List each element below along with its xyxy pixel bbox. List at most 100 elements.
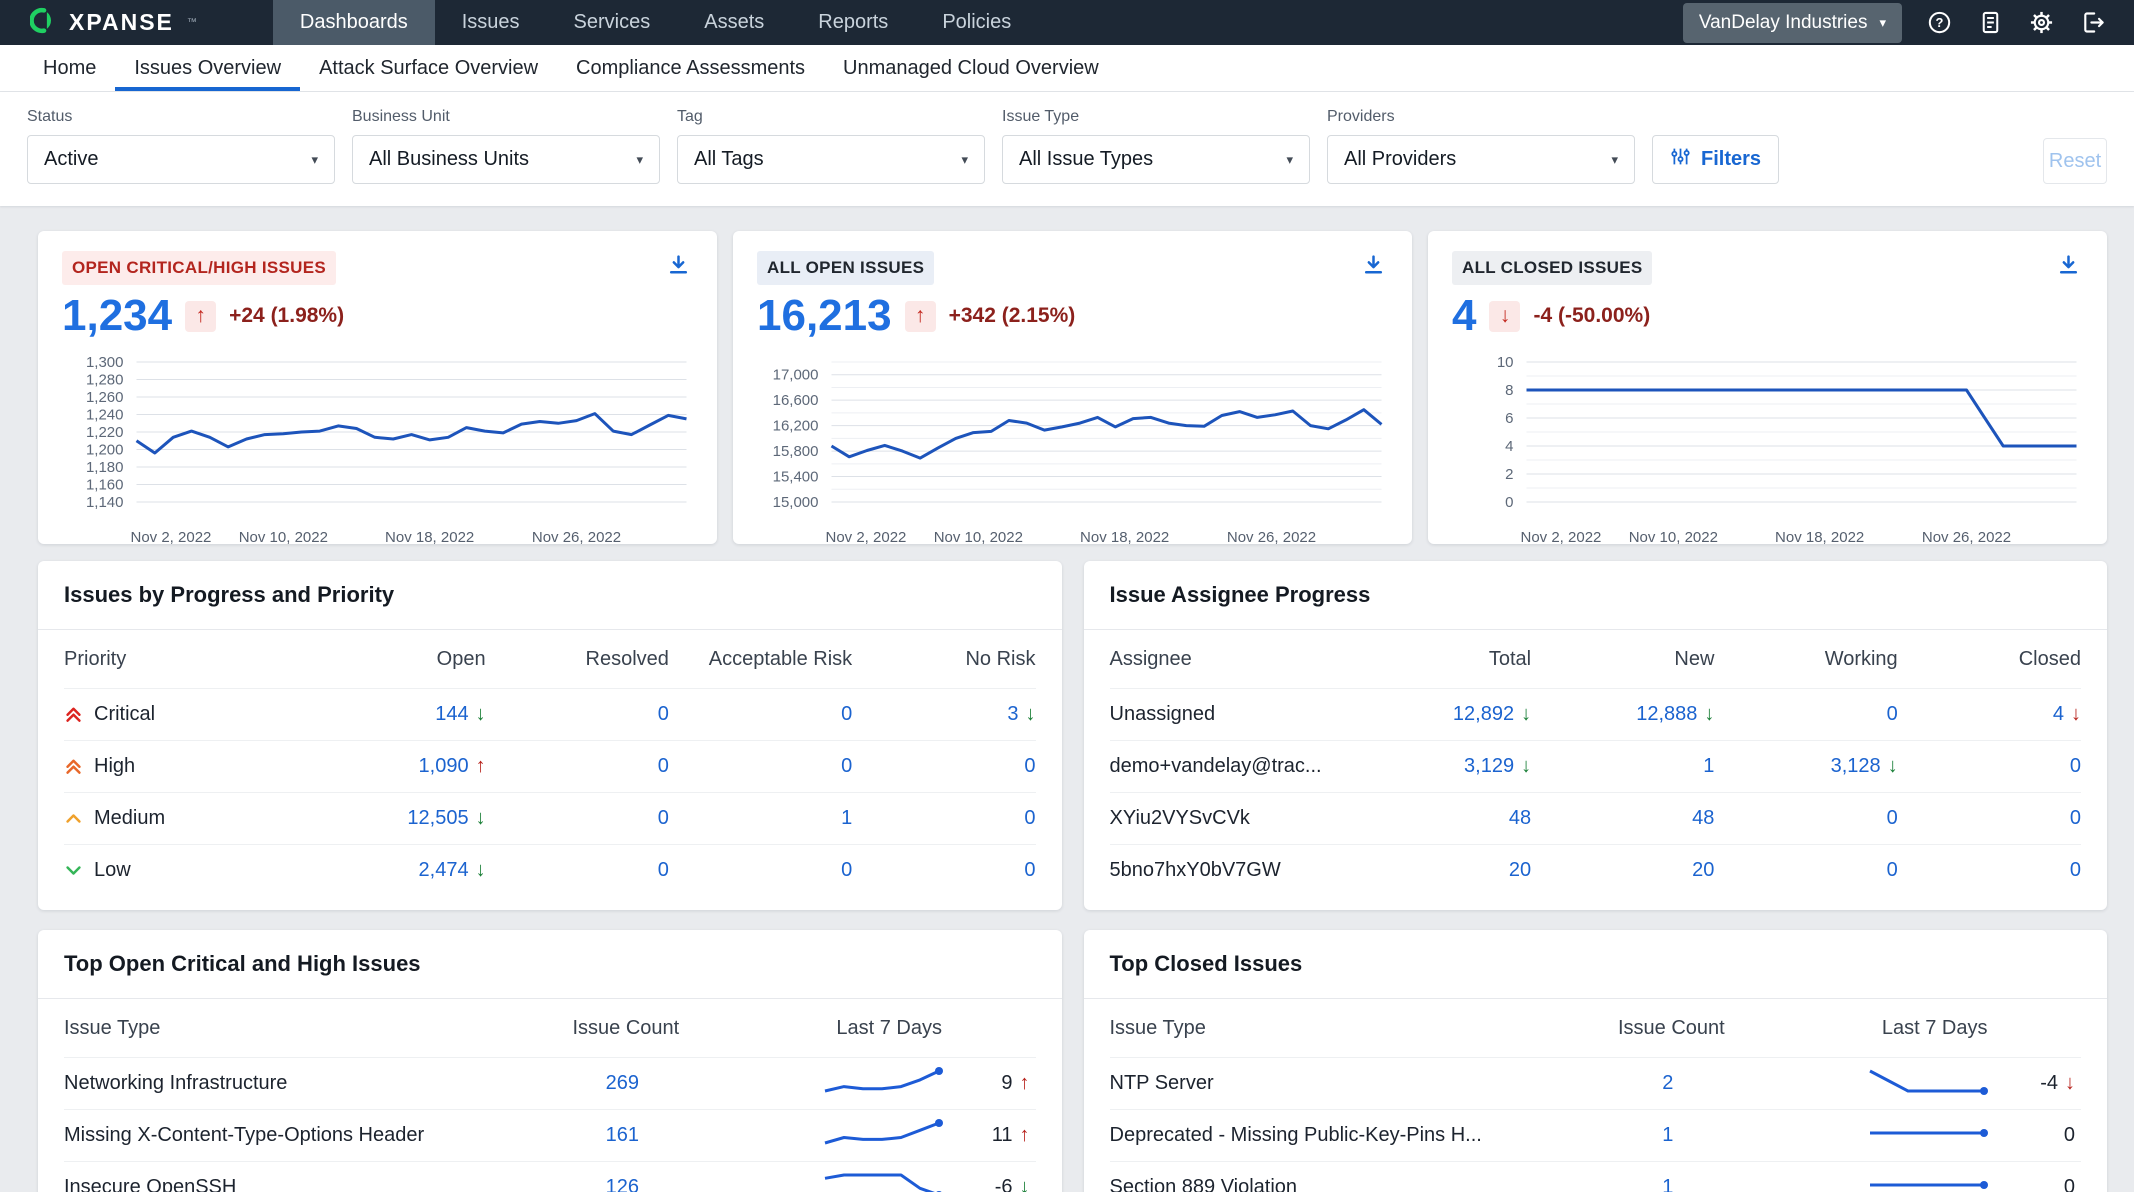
tab-unmanaged-cloud-overview[interactable]: Unmanaged Cloud Overview — [824, 45, 1118, 91]
filters-button[interactable]: Filters — [1652, 135, 1779, 184]
nav-item-reports[interactable]: Reports — [791, 0, 915, 45]
panel-title: Top Open Critical and High Issues — [38, 930, 1062, 999]
metric-link[interactable]: 0 — [1887, 859, 1898, 882]
chevron-down-icon: ▾ — [1879, 15, 1886, 31]
issue-count-link[interactable]: 1 — [1662, 1124, 1673, 1147]
filter-value: Active — [44, 148, 98, 171]
metric-link[interactable]: 2,474 — [419, 859, 469, 882]
assignee-label: XYiu2VYSvCVk — [1110, 807, 1250, 830]
panel-title: Issue Assignee Progress — [1084, 561, 2108, 630]
filter-select[interactable]: All Providers ▾ — [1327, 135, 1635, 184]
issue-count-link[interactable]: 126 — [606, 1176, 639, 1192]
filter-select[interactable]: All Tags ▾ — [677, 135, 985, 184]
delta-number: -4 — [2040, 1072, 2058, 1094]
sliders-icon — [1670, 146, 1691, 173]
metric-link[interactable]: 0 — [658, 807, 669, 830]
metric-link[interactable]: 0 — [658, 859, 669, 882]
nav-item-services[interactable]: Services — [547, 0, 678, 45]
metric-link[interactable]: 0 — [2070, 859, 2081, 882]
download-icon[interactable] — [664, 251, 693, 283]
metric-link[interactable]: 12,505 — [407, 807, 468, 830]
table-row-critical: Critical 144↓ 0 0 3↓ — [64, 688, 1036, 740]
nav-item-policies[interactable]: Policies — [915, 0, 1038, 45]
trend-sparkline — [820, 1118, 944, 1154]
column-header-no-risk: No Risk — [852, 648, 1035, 671]
settings-icon[interactable] — [2028, 9, 2055, 36]
issue-count-link[interactable]: 1 — [1662, 1176, 1673, 1192]
issue-count-link[interactable]: 161 — [606, 1124, 639, 1147]
metric-link[interactable]: 0 — [2070, 807, 2081, 830]
metric-link[interactable]: 48 — [1692, 807, 1714, 830]
tab-home[interactable]: Home — [24, 45, 115, 91]
kpi-trend-chart: 1,3001,2801,2601,2401,2201,2001,1801,160… — [62, 350, 693, 555]
svg-text:Nov 2, 2022: Nov 2, 2022 — [131, 529, 212, 546]
metric-link[interactable]: 0 — [841, 703, 852, 726]
metric-link[interactable]: 0 — [1887, 703, 1898, 726]
nav-item-assets[interactable]: Assets — [677, 0, 791, 45]
filter-group-status: Status Active ▾ — [27, 108, 335, 184]
help-icon[interactable]: ? — [1926, 9, 1953, 36]
metric-link[interactable]: 12,888 — [1636, 703, 1697, 726]
metric-link[interactable]: 144 — [435, 703, 468, 726]
org-selector-button[interactable]: VanDelay Industries ▾ — [1683, 3, 1902, 43]
metric-link[interactable]: 0 — [1887, 807, 1898, 830]
metric-link[interactable]: 4 — [2053, 703, 2064, 726]
metric-link[interactable]: 1 — [1703, 755, 1714, 778]
trend-up-arrow-icon: ↑ — [1020, 1124, 1030, 1146]
metric-link[interactable]: 3,128 — [1831, 755, 1881, 778]
report-icon[interactable] — [1977, 9, 2004, 36]
table-row-unassigned: Unassigned 12,892↓ 12,888↓ 0 4↓ — [1110, 688, 2082, 740]
svg-text:15,800: 15,800 — [773, 443, 819, 460]
trademark-mark: ™ — [187, 17, 197, 28]
assignee-label: Unassigned — [1110, 703, 1216, 726]
issue-count-link[interactable]: 269 — [606, 1072, 639, 1095]
metric-link[interactable]: 0 — [1024, 755, 1035, 778]
tab-compliance-assessments[interactable]: Compliance Assessments — [557, 45, 824, 91]
metric-link[interactable]: 20 — [1692, 859, 1714, 882]
svg-text:1,260: 1,260 — [86, 389, 124, 406]
priority-label: Critical — [94, 703, 155, 726]
xpanse-logo[interactable]: XPANSE™ — [0, 0, 227, 45]
metric-link[interactable]: 12,892 — [1453, 703, 1514, 726]
download-icon[interactable] — [1359, 251, 1388, 283]
metric-link[interactable]: 0 — [841, 859, 852, 882]
metric-link[interactable]: 3 — [1007, 703, 1018, 726]
delta-value: 11 ↑ — [972, 1124, 1030, 1147]
issue-count-link[interactable]: 2 — [1662, 1072, 1673, 1095]
metric-link[interactable]: 48 — [1509, 807, 1531, 830]
filter-group-issue-type: Issue Type All Issue Types ▾ — [1002, 108, 1310, 184]
nav-item-dashboards[interactable]: Dashboards — [273, 0, 435, 45]
metric-link[interactable]: 0 — [658, 755, 669, 778]
kpi-card-all-open-issues: ALL OPEN ISSUES 16,213 ↑ +342 (2.15%) 17… — [733, 231, 1412, 544]
tab-attack-surface-overview[interactable]: Attack Surface Overview — [300, 45, 557, 91]
metric-link[interactable]: 0 — [1024, 859, 1035, 882]
kpi-trend-chart: 1086420Nov 2, 2022Nov 10, 2022Nov 18, 20… — [1452, 350, 2083, 555]
delta-number: 0 — [2064, 1124, 2075, 1146]
metric-link[interactable]: 20 — [1509, 859, 1531, 882]
nav-item-issues[interactable]: Issues — [435, 0, 547, 45]
metric-link[interactable]: 1,090 — [419, 755, 469, 778]
metric-link[interactable]: 0 — [841, 755, 852, 778]
tab-issues-overview[interactable]: Issues Overview — [115, 45, 300, 91]
filter-select[interactable]: Active ▾ — [27, 135, 335, 184]
column-header-issue-count: Issue Count — [1554, 1017, 1788, 1040]
metric-link[interactable]: 0 — [1024, 807, 1035, 830]
metric-link[interactable]: 3,129 — [1464, 755, 1514, 778]
top-navigation-bar: XPANSE™ DashboardsIssuesServicesAssetsRe… — [0, 0, 2134, 45]
metric-link[interactable]: 0 — [2070, 755, 2081, 778]
metric-link[interactable]: 1 — [841, 807, 852, 830]
signout-icon[interactable] — [2079, 9, 2106, 36]
svg-text:?: ? — [1936, 15, 1944, 30]
filter-select[interactable]: All Issue Types ▾ — [1002, 135, 1310, 184]
issue-type-label: Deprecated - Missing Public-Key-Pins H..… — [1110, 1124, 1482, 1147]
issues-by-progress-priority-panel: Issues by Progress and Priority Priority… — [38, 561, 1062, 910]
filter-select[interactable]: All Business Units ▾ — [352, 135, 660, 184]
metric-link[interactable]: 0 — [658, 703, 669, 726]
reset-button[interactable]: Reset — [2043, 138, 2107, 184]
assignee-label: demo+vandelay@trac... — [1110, 755, 1322, 778]
filter-value: All Business Units — [369, 148, 529, 171]
delta-value: -6↓ — [972, 1176, 1030, 1192]
filter-group-providers: Providers All Providers ▾ — [1327, 108, 1635, 184]
download-icon[interactable] — [2054, 251, 2083, 283]
delta-number: 11 — [992, 1124, 1013, 1146]
